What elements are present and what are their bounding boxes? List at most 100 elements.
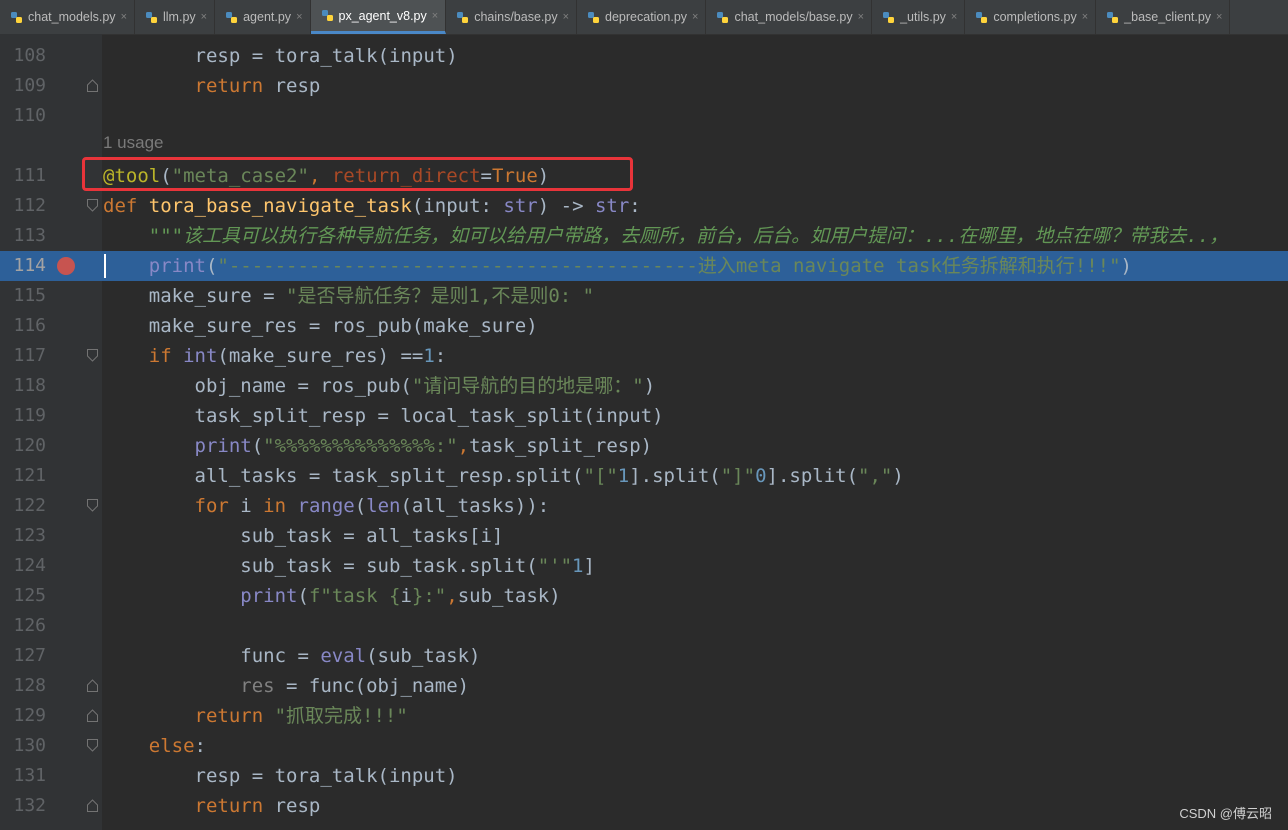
line-number[interactable]: 128 bbox=[0, 671, 46, 701]
tab--utils-py[interactable]: _utils.py × bbox=[872, 0, 966, 34]
annotation-highlight-box bbox=[82, 157, 633, 191]
line-number[interactable]: 132 bbox=[0, 791, 46, 821]
code-line[interactable]: 128 res = func(obj_name) bbox=[0, 671, 1288, 701]
fold-marker-icon[interactable] bbox=[87, 199, 98, 212]
line-number[interactable]: 126 bbox=[0, 611, 46, 641]
code-line[interactable]: 116 make_sure_res = ros_pub(make_sure) bbox=[0, 311, 1288, 341]
line-number[interactable]: 115 bbox=[0, 281, 46, 311]
code-line[interactable]: 120 print("%%%%%%%%%%%%%%:",task_split_r… bbox=[0, 431, 1288, 461]
line-number[interactable]: 112 bbox=[0, 191, 46, 221]
line-number[interactable]: 125 bbox=[0, 581, 46, 611]
code-token: return bbox=[194, 795, 264, 817]
code-line[interactable]: 114 print("-----------------------------… bbox=[0, 251, 1288, 281]
tab-completions-py[interactable]: completions.py × bbox=[965, 0, 1097, 34]
code-line[interactable]: 125 print(f"task {i}:",sub_task) bbox=[0, 581, 1288, 611]
line-number[interactable]: 120 bbox=[0, 431, 46, 461]
line-number[interactable]: 119 bbox=[0, 401, 46, 431]
code-token: "[" bbox=[583, 465, 618, 487]
close-icon[interactable]: × bbox=[1082, 11, 1088, 23]
code-line[interactable]: 124 sub_task = sub_task.split("'"1] bbox=[0, 551, 1288, 581]
breakpoint-icon[interactable] bbox=[57, 257, 75, 275]
code-line[interactable]: 127 func = eval(sub_task) bbox=[0, 641, 1288, 671]
code-line[interactable]: 123 sub_task = all_tasks[i] bbox=[0, 521, 1288, 551]
close-icon[interactable]: × bbox=[951, 11, 957, 23]
code-line[interactable]: 115 make_sure = "是否导航任务？是则1,不是则0: " bbox=[0, 281, 1288, 311]
line-number[interactable]: 123 bbox=[0, 521, 46, 551]
tab-chains-base-py[interactable]: chains/base.py × bbox=[446, 0, 578, 34]
code-line[interactable]: 129 return "抓取完成!!!" bbox=[0, 701, 1288, 731]
code-line[interactable]: 117 if int(make_sure_res) ==1: bbox=[0, 341, 1288, 371]
code-line[interactable]: 118 obj_name = ros_pub("请问导航的目的地是哪：") bbox=[0, 371, 1288, 401]
tab-chat-models-base-py[interactable]: chat_models/base.py × bbox=[706, 0, 873, 34]
line-number[interactable]: 127 bbox=[0, 641, 46, 671]
code-line[interactable]: 112 def tora_base_navigate_task(input: st… bbox=[0, 191, 1288, 221]
code-token: resp bbox=[263, 75, 321, 97]
close-icon[interactable]: × bbox=[692, 11, 698, 23]
tab-agent-py[interactable]: agent.py × bbox=[215, 0, 311, 34]
close-icon[interactable]: × bbox=[1216, 11, 1222, 23]
tab-llm-py[interactable]: llm.py × bbox=[135, 0, 216, 34]
line-number[interactable]: 114 bbox=[0, 251, 46, 281]
line-number[interactable]: 117 bbox=[0, 341, 46, 371]
code-line[interactable]: 113 """该工具可以执行各种导航任务，如可以给用户带路，去厕所，前台，后台。… bbox=[0, 221, 1288, 251]
tab--base-client-py[interactable]: _base_client.py × bbox=[1096, 0, 1231, 34]
code-line[interactable]: 119 task_split_resp = local_task_split(i… bbox=[0, 401, 1288, 431]
code-line[interactable]: 122 for i in range(len(all_tasks)): bbox=[0, 491, 1288, 521]
fold-marker-icon[interactable] bbox=[87, 709, 98, 722]
line-number[interactable]: 110 bbox=[0, 101, 46, 131]
tab-deprecation-py[interactable]: deprecation.py × bbox=[577, 0, 707, 34]
line-number[interactable]: 124 bbox=[0, 551, 46, 581]
python-file-icon bbox=[11, 11, 22, 23]
code-line[interactable]: 121 all_tasks = task_split_resp.split("[… bbox=[0, 461, 1288, 491]
tab-label: completions.py bbox=[993, 10, 1077, 24]
line-number[interactable]: 111 bbox=[0, 161, 46, 191]
fold-marker-icon[interactable] bbox=[87, 499, 98, 512]
line-number[interactable]: 122 bbox=[0, 491, 46, 521]
code-line[interactable]: 126 bbox=[0, 611, 1288, 641]
fold-marker-icon[interactable] bbox=[87, 679, 98, 692]
line-number[interactable]: 130 bbox=[0, 731, 46, 761]
line-number[interactable]: 116 bbox=[0, 311, 46, 341]
code-token: ( bbox=[354, 495, 367, 517]
code-text: def tora_base_navigate_task(input: str) … bbox=[103, 191, 641, 221]
code-line[interactable]: 131 resp = tora_talk(input) bbox=[0, 761, 1288, 791]
close-icon[interactable]: × bbox=[121, 11, 127, 23]
line-number[interactable]: 109 bbox=[0, 71, 46, 101]
code-token: ].split( bbox=[766, 465, 859, 487]
close-icon[interactable]: × bbox=[296, 11, 302, 23]
fold-marker-icon[interactable] bbox=[87, 739, 98, 752]
code-token: int bbox=[183, 345, 218, 367]
line-number[interactable]: 118 bbox=[0, 371, 46, 401]
tab-label: _utils.py bbox=[900, 10, 946, 24]
code-token: if bbox=[148, 345, 184, 367]
fold-marker-icon[interactable] bbox=[87, 79, 98, 92]
line-number[interactable]: 121 bbox=[0, 461, 46, 491]
close-icon[interactable]: × bbox=[432, 10, 438, 22]
code-token: func = bbox=[103, 645, 321, 667]
fold-marker-icon[interactable] bbox=[87, 799, 98, 812]
line-number[interactable]: 131 bbox=[0, 761, 46, 791]
close-icon[interactable]: × bbox=[858, 11, 864, 23]
code-token: , bbox=[446, 585, 458, 607]
code-token: "请问导航的目的地是哪：" bbox=[411, 375, 644, 397]
code-line[interactable]: 132 return resp bbox=[0, 791, 1288, 821]
code-editor[interactable]: 108 resp = tora_talk(input) 109 return re… bbox=[0, 34, 1288, 830]
code-line[interactable]: 108 resp = tora_talk(input) bbox=[0, 41, 1288, 71]
tab-chat-models-py[interactable]: chat_models.py × bbox=[0, 0, 135, 34]
line-number[interactable]: 113 bbox=[0, 221, 46, 251]
close-icon[interactable]: × bbox=[563, 11, 569, 23]
code-line[interactable]: 110 bbox=[0, 101, 1288, 131]
close-icon[interactable]: × bbox=[201, 11, 207, 23]
code-token: "]" bbox=[720, 465, 756, 487]
line-number[interactable]: 108 bbox=[0, 41, 46, 71]
python-file-icon bbox=[226, 11, 238, 23]
code-token: ) -> bbox=[537, 195, 595, 217]
line-number[interactable]: 129 bbox=[0, 701, 46, 731]
code-line[interactable]: 109 return resp bbox=[0, 71, 1288, 101]
usage-inlay-hint[interactable]: 1 usage bbox=[103, 131, 164, 155]
tab-px-agent-v8-py[interactable]: px_agent_v8.py × bbox=[310, 0, 447, 34]
code-line[interactable]: 130 else: bbox=[0, 731, 1288, 761]
fold-marker-icon[interactable] bbox=[87, 349, 98, 362]
